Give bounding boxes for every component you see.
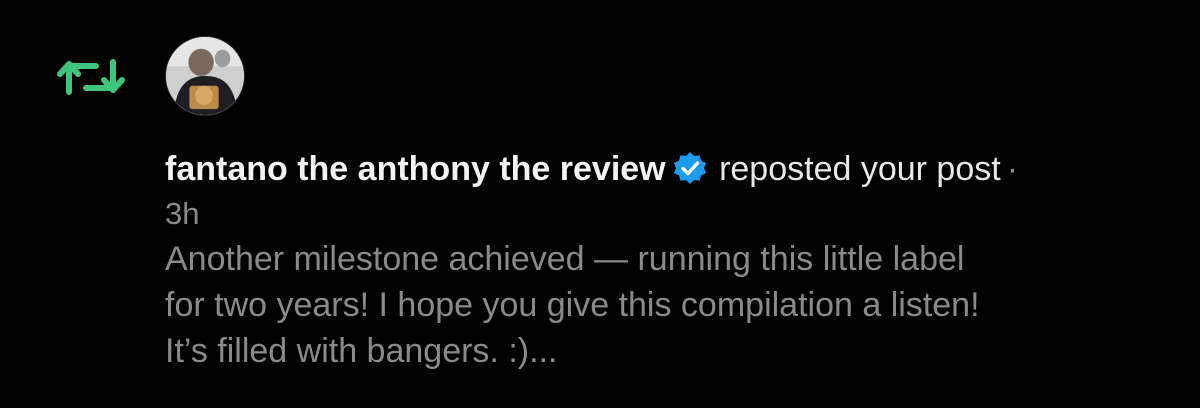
avatar[interactable] (165, 36, 245, 116)
notification-content: fantano the anthony the review reposted … (165, 146, 1175, 374)
post-preview-text[interactable]: Another milestone achieved — running thi… (165, 236, 1175, 374)
repost-notification[interactable]: fantano the anthony the review reposted … (0, 0, 1200, 408)
avatar-image (166, 37, 244, 115)
notification-header: fantano the anthony the review reposted … (165, 146, 1175, 192)
repost-action-text: reposted your post (719, 150, 1001, 188)
verified-badge-icon (672, 150, 708, 186)
repost-icon (56, 52, 126, 102)
post-text-line: Another milestone achieved — running thi… (165, 240, 965, 278)
username-link[interactable]: fantano the anthony the review (165, 150, 666, 188)
timestamp: 3h (165, 196, 200, 231)
verified-badge-svg (673, 152, 706, 184)
separator-dot: · (1006, 150, 1019, 188)
post-text-line: It’s filled with bangers. :)... (165, 332, 558, 370)
post-text-line: for two years! I hope you give this comp… (165, 286, 980, 324)
repost-icon-svg (57, 59, 125, 95)
